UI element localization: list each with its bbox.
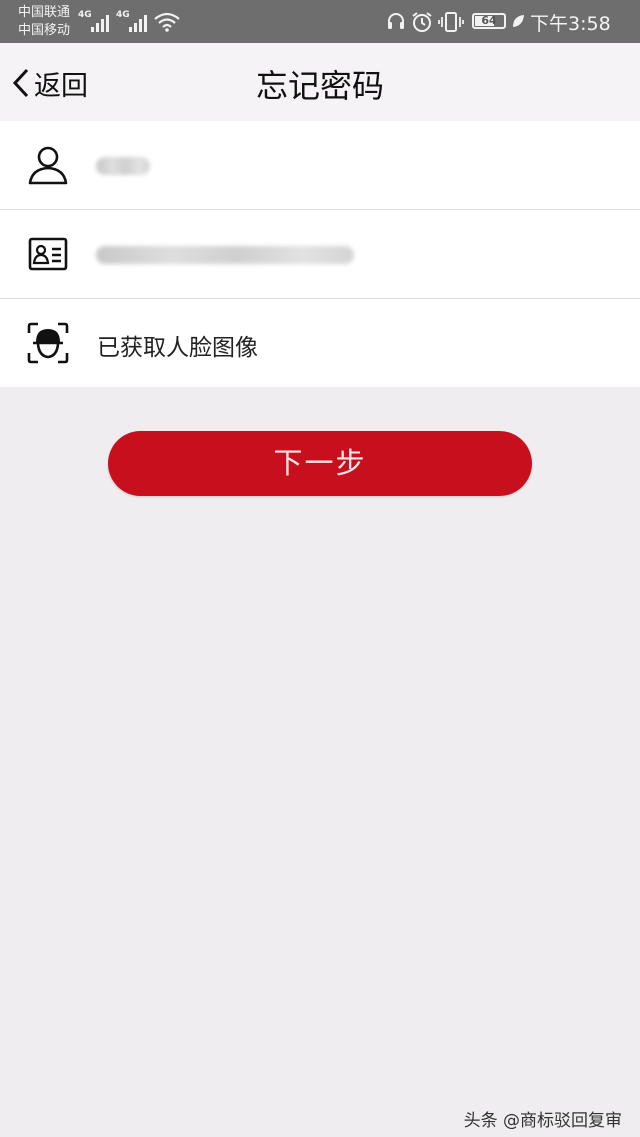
user-icon xyxy=(28,146,68,185)
next-step-button[interactable]: 下一步 xyxy=(108,431,532,496)
status-bar: 中国联通 中国移动 4G 4G 64 下午3:58 xyxy=(0,0,640,43)
id-card-icon xyxy=(28,237,68,271)
carrier-labels: 中国联通 中国移动 xyxy=(18,4,70,40)
page-title: 忘记密码 xyxy=(255,67,384,105)
face-capture-field[interactable]: 已获取人脸图像 xyxy=(0,299,640,387)
vibrate-icon xyxy=(438,12,464,32)
id-number-field[interactable] xyxy=(0,210,640,299)
face-capture-status: 已获取人脸图像 xyxy=(97,335,258,361)
headphones-icon xyxy=(388,13,404,29)
nav-bar: 返回 忘记密码 xyxy=(0,43,640,121)
face-scan-icon xyxy=(27,322,69,364)
alarm-icon xyxy=(412,12,432,32)
screen: 中国联通 中国移动 4G 4G 64 下午3:58 返回 忘记密码 已获取人脸图… xyxy=(0,0,640,1137)
wifi-icon xyxy=(154,12,180,32)
clock: 下午3:58 xyxy=(530,13,611,35)
identity-form: 已获取人脸图像 xyxy=(0,121,640,387)
carrier-2: 中国移动 xyxy=(18,23,71,38)
network-type-1: 4G xyxy=(78,10,92,20)
name-field[interactable] xyxy=(0,121,640,210)
carrier-1: 中国联通 xyxy=(18,5,71,20)
leaf-icon xyxy=(513,15,524,27)
battery-level: 64 xyxy=(481,14,497,27)
watermark: 头条 @商标驳回复审 xyxy=(463,1111,622,1131)
id-number-value-blurred xyxy=(96,246,354,264)
name-value-blurred xyxy=(96,157,150,175)
battery-icon: 64 xyxy=(472,13,506,29)
network-type-2: 4G xyxy=(116,10,130,20)
status-right-group: 64 下午3:58 xyxy=(386,8,626,36)
